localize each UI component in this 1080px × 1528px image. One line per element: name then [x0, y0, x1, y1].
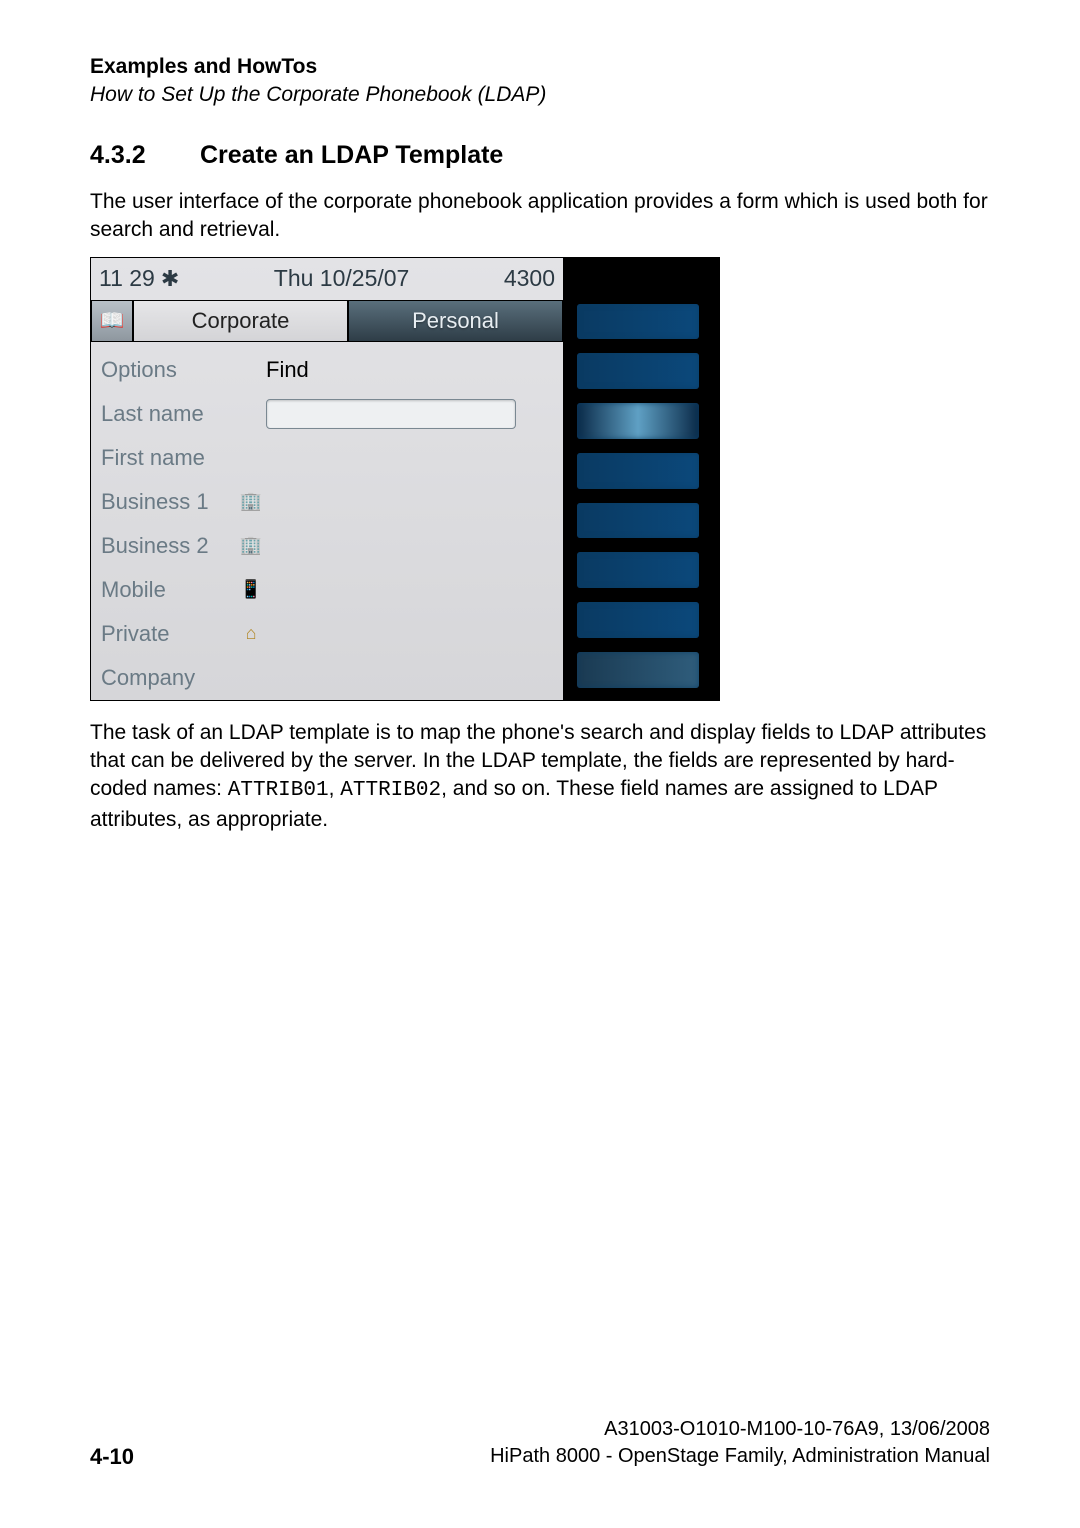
code-attrib02: ATTRIB02: [340, 779, 441, 802]
phone-screenshot: 11 29 ✱ Thu 10/25/07 4300 📖 Corporate Pe…: [90, 257, 720, 701]
document-id: A31003-O1010-M100-10-76A9, 13/06/2008: [490, 1416, 990, 1443]
page-number: 4-10: [90, 1444, 134, 1470]
subsection-title: Create an LDAP Template: [200, 141, 503, 169]
building-1-icon: 🏢: [236, 489, 266, 515]
side-key-6[interactable]: [577, 552, 699, 588]
tab-corporate[interactable]: Corporate: [133, 300, 348, 342]
field-first-name: First name: [101, 445, 236, 471]
find-label: Find: [266, 357, 309, 383]
phonebook-icon[interactable]: 📖: [91, 300, 133, 342]
home-icon: ⌂: [236, 621, 266, 647]
side-key-8[interactable]: [577, 652, 699, 688]
subsection-number: 4.3.2: [90, 141, 200, 170]
section-title: How to Set Up the Corporate Phonebook (L…: [90, 83, 990, 107]
side-key-4[interactable]: [577, 453, 699, 489]
field-business-1: Business 1: [101, 489, 236, 515]
field-private: Private: [101, 621, 236, 647]
field-business-2: Business 2: [101, 533, 236, 559]
field-mobile: Mobile: [101, 577, 236, 603]
side-key-2[interactable]: [577, 353, 699, 389]
lcd-screen: 11 29 ✱ Thu 10/25/07 4300 📖 Corporate Pe…: [91, 258, 563, 700]
mobile-icon: 📱: [236, 577, 266, 603]
tab-bar: 📖 Corporate Personal: [91, 300, 563, 342]
status-extension: 4300: [504, 265, 555, 292]
side-keys: [563, 258, 713, 700]
manual-title: HiPath 8000 - OpenStage Family, Administ…: [490, 1443, 990, 1470]
last-name-input[interactable]: [266, 399, 516, 429]
page-footer: 4-10 A31003-O1010-M100-10-76A9, 13/06/20…: [90, 1416, 990, 1470]
chapter-title: Examples and HowTos: [90, 55, 990, 79]
status-bar: 11 29 ✱ Thu 10/25/07 4300: [91, 258, 563, 300]
paragraph-1: The user interface of the corporate phon…: [90, 188, 990, 245]
subsection-heading: 4.3.2Create an LDAP Template: [90, 141, 990, 170]
options-label[interactable]: Options: [101, 357, 236, 383]
field-last-name: Last name: [101, 401, 236, 427]
building-2-icon: 🏢: [236, 533, 266, 559]
side-key-1[interactable]: [577, 304, 699, 340]
tab-personal[interactable]: Personal: [348, 300, 563, 342]
status-date: Thu 10/25/07: [274, 265, 410, 292]
paragraph-2: The task of an LDAP template is to map t…: [90, 719, 990, 834]
side-key-5[interactable]: [577, 503, 699, 539]
field-company: Company: [101, 665, 236, 691]
status-time: 11 29: [99, 265, 155, 292]
side-key-7[interactable]: [577, 602, 699, 638]
side-key-3[interactable]: [577, 403, 699, 439]
bluetooth-icon: ✱: [161, 266, 179, 292]
code-attrib01: ATTRIB01: [228, 779, 329, 802]
